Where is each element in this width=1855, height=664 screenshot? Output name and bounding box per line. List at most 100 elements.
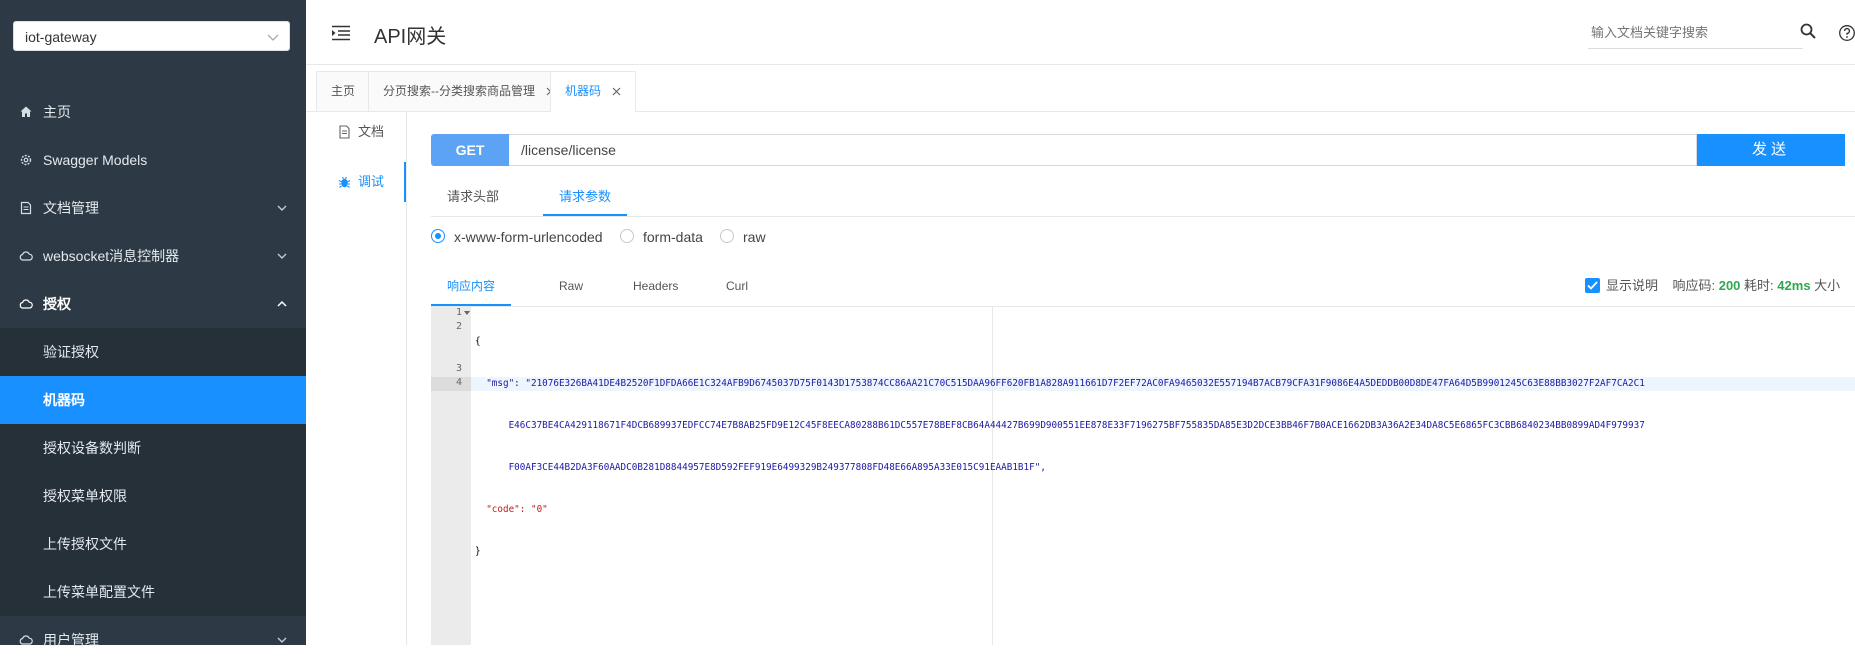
cloud-icon (19, 251, 33, 261)
sidebar-item-menu-permission[interactable]: 授权菜单权限 (0, 472, 306, 520)
tab-label: 主页 (331, 84, 356, 98)
tab-request-params[interactable]: 请求参数 (543, 178, 628, 216)
document-icon (339, 125, 350, 139)
tab-response-curl[interactable]: Curl (710, 266, 764, 306)
sidebar-item-label: websocket消息控制器 (43, 248, 180, 264)
tab-request-headers[interactable]: 请求头部 (431, 178, 515, 216)
response-editor[interactable]: 1 2 3 4 { "msg": "21076E326BA41DE4B2520F… (431, 307, 1855, 645)
url-input[interactable] (509, 134, 1697, 166)
sidebar-item-label: 机器码 (43, 392, 85, 408)
sidebar-item-auth[interactable]: 授权 (0, 280, 306, 328)
radio-label: raw (743, 229, 766, 245)
tab-paged-search[interactable]: 分页搜索--分类搜索商品管理 (368, 71, 571, 111)
line-number: 4 (431, 377, 471, 391)
sidebar-item-label: Swagger Models (43, 152, 148, 168)
radio-dot (431, 229, 445, 243)
top-header: API网关 (306, 0, 1855, 65)
sidebar-item-label: 用户管理 (43, 632, 99, 648)
sidebar-item-swagger-models[interactable]: Swagger Models (0, 136, 306, 184)
code-line: "msg": "21076E326BA41DE4B2520F1DFDA66E1C… (475, 378, 1645, 389)
method-button[interactable]: GET (431, 134, 509, 166)
sidebar-item-upload-menu-config[interactable]: 上传菜单配置文件 (0, 568, 306, 616)
sidebar-item-doc-manage[interactable]: 文档管理 (0, 184, 306, 232)
sidebar-item-label: 授权 (43, 296, 71, 312)
elapsed-time: 42ms (1777, 278, 1811, 293)
sidebar-item-verify-auth[interactable]: 验证授权 (0, 328, 306, 376)
search-input[interactable] (1588, 20, 1791, 44)
sidebar-item-device-count[interactable]: 授权设备数判断 (0, 424, 306, 472)
tab-label: 机器码 (565, 84, 602, 98)
sidebar-item-label: 主页 (43, 104, 71, 120)
page-title: API网关 (374, 26, 447, 48)
document-icon (20, 201, 32, 215)
response-meta: 显示说明 响应码: 200 耗时: 42ms 大小 (1585, 266, 1840, 306)
doc-debug-tabs: 文档 调试 (306, 112, 407, 645)
settings-icon (20, 154, 32, 166)
radio-label: x-www-form-urlencoded (454, 229, 603, 245)
tab-debug-label: 调试 (358, 174, 385, 189)
tab-home[interactable]: 主页 (316, 71, 371, 111)
code-line: } (475, 546, 481, 557)
radio-label: form-data (643, 229, 703, 245)
show-desc-checkbox[interactable] (1585, 278, 1600, 294)
request-bar: GET 发送 (431, 134, 1845, 166)
search-icon[interactable] (1799, 22, 1817, 40)
fold-arrow-icon[interactable] (464, 311, 470, 316)
sidebar-item-label: 文档管理 (43, 200, 99, 216)
code-line: E46C37BE4CA429118671F4DCB689937EDFCC74E7… (475, 420, 1645, 431)
sidebar-item-machine-code[interactable]: 机器码 (0, 376, 306, 424)
sidebar-item-label: 验证授权 (43, 344, 99, 360)
page-tabs: 主页 分页搜索--分类搜索商品管理 机器码 (306, 65, 1855, 112)
tab-response-headers[interactable]: Headers (617, 266, 694, 306)
sidebar-item-label: 上传授权文件 (43, 536, 127, 552)
time-label: 耗时: (1744, 278, 1774, 293)
status-code: 200 (1718, 278, 1741, 293)
response-json: { "msg": "21076E326BA41DE4B2520F1DFDA66E… (475, 307, 1645, 587)
radio-dot (720, 229, 734, 243)
cloud-icon (19, 299, 33, 309)
sidebar-item-label: 授权菜单权限 (43, 488, 127, 504)
tab-label: 分页搜索--分类搜索商品管理 (383, 84, 535, 98)
send-button[interactable]: 发送 (1697, 134, 1845, 166)
sidebar-item-upload-license[interactable]: 上传授权文件 (0, 520, 306, 568)
line-number: 1 (431, 307, 471, 321)
chevron-down-icon (267, 34, 279, 41)
close-icon[interactable] (612, 87, 621, 96)
radio-dot (620, 229, 634, 243)
check-icon (1587, 281, 1598, 290)
show-desc-label: 显示说明 (1606, 278, 1659, 293)
tab-machine-code[interactable]: 机器码 (550, 71, 637, 112)
code-line: F00AF3CE44B2DA3F60AADC0B281D8844957E8D59… (475, 462, 1046, 473)
sidebar-item-home[interactable]: 主页 (0, 88, 306, 136)
tab-response-content[interactable]: 响应内容 (431, 266, 512, 306)
menu-fold-icon[interactable] (331, 25, 351, 41)
chevron-down-icon (277, 637, 287, 643)
project-selector-value: iot-gateway (25, 29, 97, 45)
chevron-down-icon (277, 205, 287, 211)
home-icon (20, 106, 32, 117)
tab-doc[interactable]: 文档 (306, 112, 406, 152)
sidebar-item-label: 上传菜单配置文件 (43, 584, 155, 600)
tab-doc-label: 文档 (358, 124, 385, 139)
code-line: { (475, 336, 481, 347)
line-number: 2 (455, 321, 462, 332)
tab-debug[interactable]: 调试 (306, 162, 406, 202)
response-tabs: 响应内容 Raw Headers Curl 显示说明 响应码: 200 耗时: … (431, 266, 1855, 307)
sidebar: iot-gateway 主页 Swagger Models 文档管理 webso… (0, 0, 306, 648)
doc-search (1588, 20, 1803, 49)
tab-response-raw[interactable]: Raw (543, 266, 599, 306)
chevron-up-icon (277, 300, 287, 307)
bug-icon (338, 176, 351, 188)
request-tabs: 请求头部 请求参数 (431, 178, 1855, 217)
sidebar-menu: 主页 Swagger Models 文档管理 websocket消息控制器 授权… (0, 88, 306, 664)
help-icon[interactable] (1838, 24, 1855, 42)
auth-submenu: 验证授权 机器码 授权设备数判断 授权菜单权限 上传授权文件 上传菜单配置文件 (0, 328, 306, 616)
project-selector[interactable]: iot-gateway (13, 21, 290, 51)
line-number: 3 (455, 363, 462, 374)
code-area: { "msg": "21076E326BA41DE4B2520F1DFDA66E… (471, 307, 1855, 645)
chevron-down-icon (277, 253, 287, 259)
sidebar-item-websocket[interactable]: websocket消息控制器 (0, 232, 306, 280)
code-label: 响应码: (1672, 278, 1716, 293)
line-gutter: 1 2 3 4 (431, 307, 471, 645)
sidebar-item-user-manage[interactable]: 用户管理 (0, 616, 306, 664)
